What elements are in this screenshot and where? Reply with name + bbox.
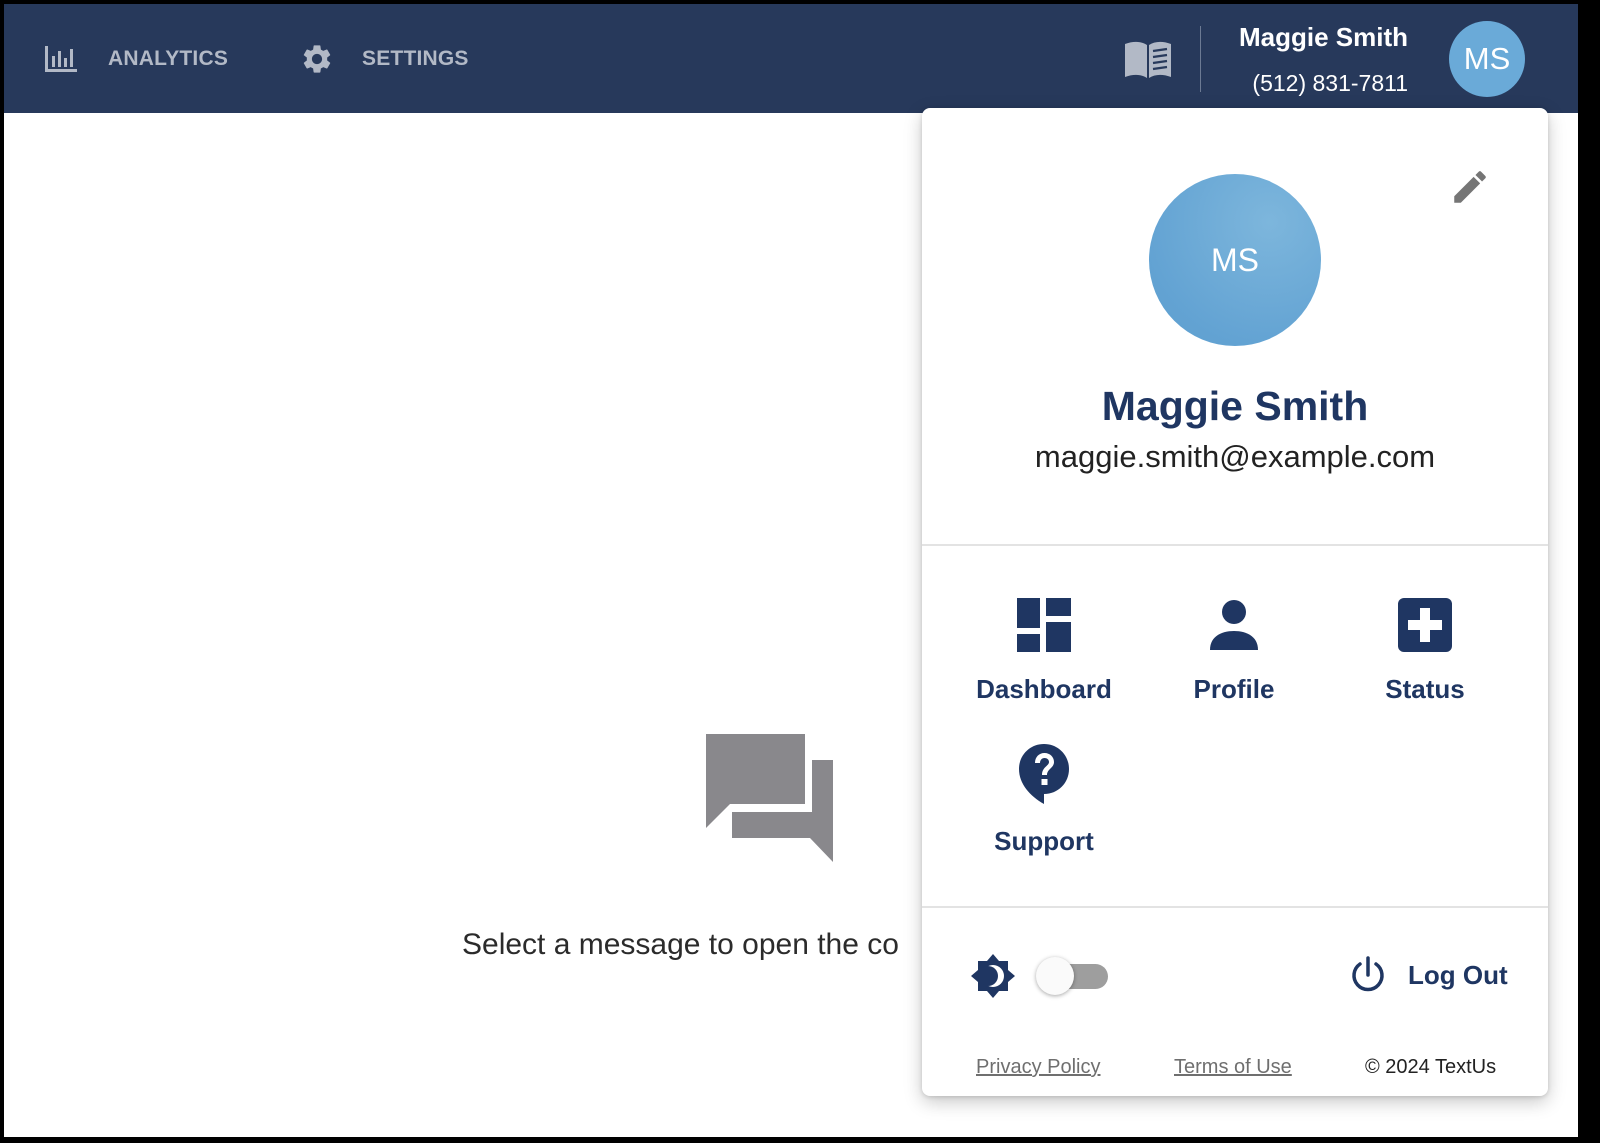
divider — [922, 906, 1548, 908]
app-window: ANALYTICS SETTINGS Maggie Smith (512) 83… — [4, 4, 1578, 1137]
nav-divider — [1200, 26, 1201, 92]
privacy-policy-link[interactable]: Privacy Policy — [976, 1056, 1100, 1079]
copyright-text: © 2024 TextUs — [1365, 1056, 1497, 1078]
power-icon — [1352, 956, 1384, 992]
support-label: Support — [994, 826, 1094, 856]
edit-profile-button[interactable] — [1449, 166, 1491, 208]
empty-state-message: Select a message to open the co — [462, 928, 899, 961]
help-bubble-icon — [1019, 744, 1069, 804]
plus-box-icon — [1398, 598, 1452, 652]
toggle-knob — [1036, 957, 1074, 995]
profile-avatar: MS — [1149, 174, 1321, 346]
profile-label: Profile — [1193, 674, 1275, 704]
nav-settings[interactable]: SETTINGS — [300, 4, 469, 113]
logout-button[interactable]: Log Out — [1348, 950, 1508, 1000]
status-label: Status — [1385, 674, 1465, 704]
brightness-icon — [971, 954, 1015, 998]
knowledge-base-button[interactable] — [1122, 38, 1174, 82]
nav-analytics[interactable]: ANALYTICS — [44, 4, 228, 113]
dark-mode-toggle[interactable] — [1032, 954, 1112, 998]
avatar-button[interactable]: MS — [1449, 21, 1525, 97]
account-name: Maggie Smith — [1238, 22, 1408, 52]
status-button[interactable]: Status — [1330, 582, 1520, 712]
nav-analytics-label: ANALYTICS — [108, 46, 229, 70]
dashboard-label: Dashboard — [976, 674, 1112, 704]
terms-of-use-link[interactable]: Terms of Use — [1174, 1056, 1292, 1079]
logout-label: Log Out — [1408, 959, 1508, 990]
profile-email: maggie.smith@example.com — [1034, 439, 1436, 474]
profile-name: Maggie Smith — [1101, 383, 1369, 429]
support-button[interactable]: Support — [949, 734, 1139, 864]
dashboard-icon — [1017, 598, 1071, 652]
gear-icon — [303, 44, 331, 73]
pencil-icon — [1454, 171, 1486, 203]
chat-bubbles-icon — [706, 734, 833, 862]
bar-chart-icon — [45, 45, 77, 72]
account-popover: MS Maggie Smith maggie.smith@example.com… — [922, 108, 1548, 1096]
account-phone: (512) 831-7811 — [1252, 70, 1408, 96]
nav-settings-label: SETTINGS — [362, 46, 469, 70]
profile-button[interactable]: Profile — [1139, 582, 1329, 712]
dashboard-button[interactable]: Dashboard — [949, 582, 1139, 712]
top-nav: ANALYTICS SETTINGS Maggie Smith (512) 83… — [4, 4, 1578, 113]
person-icon — [1210, 600, 1258, 650]
divider — [922, 544, 1548, 546]
book-icon — [1125, 41, 1171, 78]
